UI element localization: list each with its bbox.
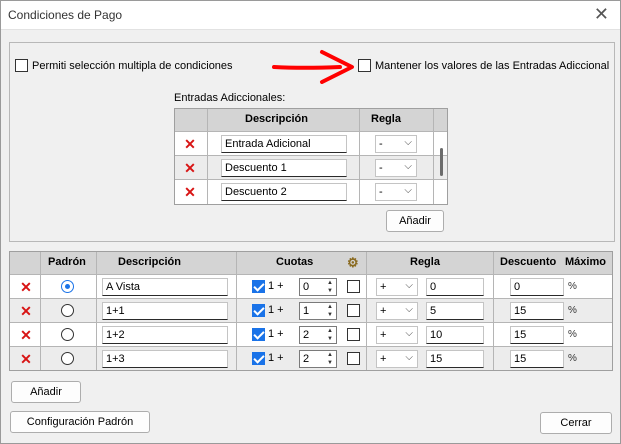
table-row: ✕ 1+3 1 + 2 ▲ ▼ + ⌵ 15 15 % bbox=[10, 346, 612, 370]
multi-select-option[interactable]: Permiti selección multipla de condicione… bbox=[15, 58, 233, 72]
rule-value-input[interactable]: 15 bbox=[426, 350, 484, 368]
chevron-down-icon: ⌵ bbox=[405, 328, 413, 339]
entry-rule-select[interactable]: - ⌵ bbox=[375, 135, 417, 153]
additional-entries-caption: Entradas Adiccionales: bbox=[174, 92, 286, 104]
installments-stepper[interactable]: 2 ▲ ▼ bbox=[299, 350, 337, 368]
delete-x-icon[interactable]: ✕ bbox=[19, 280, 33, 294]
percent-unit: % bbox=[568, 281, 577, 292]
discount-input[interactable]: 15 bbox=[510, 302, 564, 320]
close-button[interactable]: Cerrar bbox=[540, 412, 612, 434]
installments-stepper[interactable]: 1 ▲ ▼ bbox=[299, 302, 337, 320]
installments-checkbox[interactable] bbox=[252, 352, 265, 365]
rule-select[interactable]: + ⌵ bbox=[376, 350, 418, 368]
condition-description-input[interactable]: A Vista bbox=[102, 278, 228, 296]
default-radio[interactable] bbox=[61, 352, 74, 365]
col-max: Máximo bbox=[565, 256, 606, 268]
add-condition-button[interactable]: Añadir bbox=[11, 381, 81, 403]
rule-value-input[interactable]: 0 bbox=[426, 278, 484, 296]
percent-unit: % bbox=[568, 353, 577, 364]
plus-label: 1 + bbox=[268, 304, 284, 316]
multi-select-checkbox[interactable] bbox=[15, 58, 28, 72]
discount-input[interactable]: 15 bbox=[510, 326, 564, 344]
discount-input[interactable]: 15 bbox=[510, 350, 564, 368]
table-row: ✕ 1+2 1 + 2 ▲ ▼ + ⌵ 10 15 % bbox=[10, 322, 612, 346]
delete-x-icon[interactable]: ✕ bbox=[183, 137, 197, 151]
installments-checkbox[interactable] bbox=[252, 280, 265, 293]
entry-description-input[interactable]: Descuento 2 bbox=[221, 183, 347, 201]
keep-values-label: Mantener los valores de las Entradas Adi… bbox=[375, 60, 610, 72]
delete-x-icon[interactable]: ✕ bbox=[19, 352, 33, 366]
delete-x-icon[interactable]: ✕ bbox=[183, 185, 197, 199]
condition-description-input[interactable]: 1+3 bbox=[102, 350, 228, 368]
condition-flag-checkbox[interactable] bbox=[347, 352, 360, 365]
default-radio[interactable] bbox=[61, 304, 74, 317]
installments-stepper[interactable]: 2 ▲ ▼ bbox=[299, 326, 337, 344]
table-row: ✕ Entrada Adicional - ⌵ bbox=[175, 131, 447, 155]
delete-x-icon[interactable]: ✕ bbox=[19, 304, 33, 318]
condition-description-input[interactable]: 1+2 bbox=[102, 326, 228, 344]
window-title: Condiciones de Pago bbox=[8, 8, 123, 22]
col-default: Padrón bbox=[48, 256, 86, 268]
keep-values-option[interactable]: Mantener los valores de las Entradas Adi… bbox=[358, 58, 610, 72]
default-radio[interactable] bbox=[61, 328, 74, 341]
add-entry-button[interactable]: Añadir bbox=[386, 210, 444, 232]
chevron-down-icon: ⌵ bbox=[405, 304, 413, 315]
multi-select-label: Permiti selección multipla de condicione… bbox=[32, 60, 233, 72]
rule-value-input[interactable]: 10 bbox=[426, 326, 484, 344]
col-discount: Descuento bbox=[500, 256, 557, 268]
config-default-button[interactable]: Configuración Padrón bbox=[10, 411, 150, 433]
scrollbar-thumb[interactable] bbox=[440, 148, 443, 176]
table-row: ✕ A Vista 1 + 0 ▲ ▼ + ⌵ 0 0 % bbox=[10, 274, 612, 298]
percent-unit: % bbox=[568, 305, 577, 316]
rule-select[interactable]: + ⌵ bbox=[376, 278, 418, 296]
plus-label: 1 + bbox=[268, 352, 284, 364]
plus-label: 1 + bbox=[268, 280, 284, 292]
title-bar: Condiciones de Pago ✕ bbox=[0, 0, 621, 30]
rule-value-input[interactable]: 5 bbox=[426, 302, 484, 320]
delete-x-icon[interactable]: ✕ bbox=[19, 328, 33, 342]
entry-description-input[interactable]: Entrada Adicional bbox=[221, 135, 347, 153]
installments-checkbox[interactable] bbox=[252, 328, 265, 341]
installments-stepper[interactable]: 0 ▲ ▼ bbox=[299, 278, 337, 296]
table-row: ✕ 1+1 1 + 1 ▲ ▼ + ⌵ 5 15 % bbox=[10, 298, 612, 322]
condition-description-input[interactable]: 1+1 bbox=[102, 302, 228, 320]
col-installments: Cuotas bbox=[276, 256, 314, 268]
entry-rule-select[interactable]: - ⌵ bbox=[375, 183, 417, 201]
table-row: ✕ Descuento 2 - ⌵ bbox=[175, 179, 447, 203]
discount-input[interactable]: 0 bbox=[510, 278, 564, 296]
keep-values-checkbox[interactable] bbox=[358, 58, 371, 72]
entry-description-input[interactable]: Descuento 1 bbox=[221, 159, 347, 177]
plus-label: 1 + bbox=[268, 328, 284, 340]
col-rule: Regla bbox=[371, 113, 401, 125]
col-rule: Regla bbox=[410, 256, 440, 268]
condition-flag-checkbox[interactable] bbox=[347, 328, 360, 341]
percent-unit: % bbox=[568, 329, 577, 340]
chevron-down-icon: ⌵ bbox=[404, 161, 412, 172]
additional-entries-table: Descripción Regla ✕ Entrada Adicional - ⌵… bbox=[174, 108, 448, 205]
conditions-table: Padrón Descripción Cuotas ⚙ Regla Descue… bbox=[9, 251, 613, 371]
gear-icon[interactable]: ⚙ bbox=[347, 255, 359, 271]
entry-rule-select[interactable]: - ⌵ bbox=[375, 159, 417, 177]
condition-flag-checkbox[interactable] bbox=[347, 280, 360, 293]
chevron-down-icon: ⌵ bbox=[405, 352, 413, 363]
col-description: Descripción bbox=[118, 256, 181, 268]
table-header: Descripción Regla bbox=[175, 109, 447, 131]
rule-select[interactable]: + ⌵ bbox=[376, 302, 418, 320]
delete-x-icon[interactable]: ✕ bbox=[183, 161, 197, 175]
table-row: ✕ Descuento 1 - ⌵ bbox=[175, 155, 447, 179]
chevron-down-icon: ⌵ bbox=[405, 280, 413, 291]
chevron-down-icon: ⌵ bbox=[404, 185, 412, 196]
condition-flag-checkbox[interactable] bbox=[347, 304, 360, 317]
chevron-down-icon: ⌵ bbox=[404, 137, 412, 148]
table-header: Padrón Descripción Cuotas ⚙ Regla Descue… bbox=[10, 252, 612, 274]
installments-checkbox[interactable] bbox=[252, 304, 265, 317]
rule-select[interactable]: + ⌵ bbox=[376, 326, 418, 344]
default-radio[interactable] bbox=[61, 280, 74, 293]
red-arrow-annotation bbox=[272, 50, 354, 84]
col-description: Descripción bbox=[245, 113, 308, 125]
close-icon[interactable]: ✕ bbox=[594, 4, 609, 25]
